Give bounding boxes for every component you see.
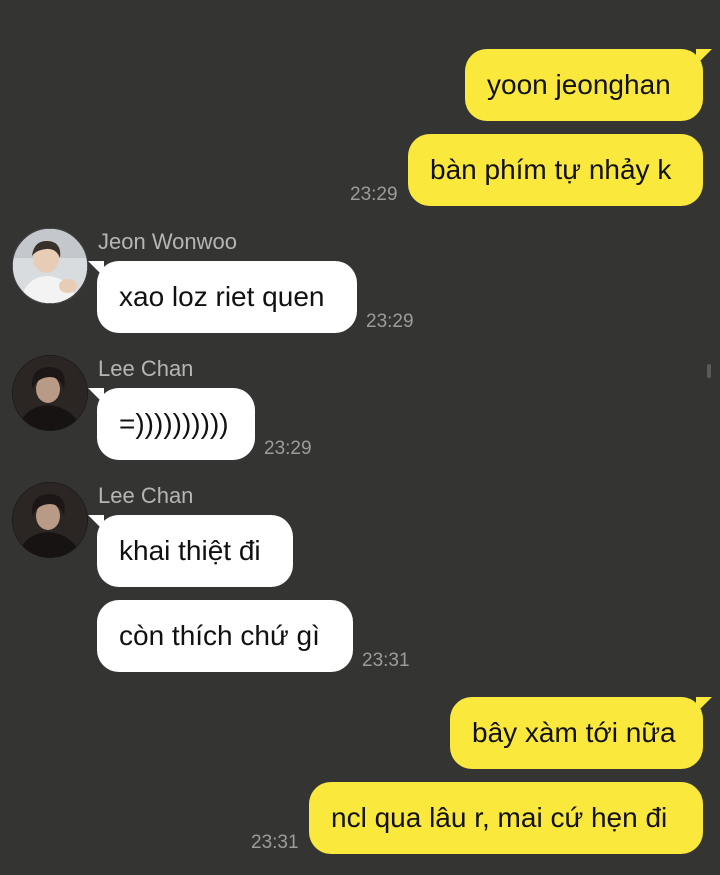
message-text: bàn phím tự nhảy k — [430, 154, 672, 185]
bubble-tail — [696, 697, 712, 713]
message-timestamp: 23:29 — [264, 438, 312, 459]
sender-avatar[interactable] — [12, 482, 88, 558]
message-bubble-incoming[interactable]: xao loz riet quen — [88, 261, 357, 333]
bubble-tail — [88, 388, 104, 404]
bubble-tail — [88, 261, 104, 277]
message-bubble-outgoing[interactable]: ncl qua lâu r, mai cứ hẹn đi — [309, 782, 703, 854]
message-text: khai thiệt đi — [119, 535, 261, 566]
message-text: xao loz riet quen — [119, 281, 325, 312]
message-text: còn thích chứ gì — [119, 620, 320, 651]
bubble-tail — [696, 49, 712, 65]
avatar-photo-icon — [12, 228, 88, 304]
message-text: yoon jeonghan — [487, 69, 671, 100]
sender-avatar[interactable] — [12, 228, 88, 304]
message-bubble-incoming[interactable]: còn thích chứ gì — [97, 600, 353, 672]
message-bubble-outgoing[interactable]: bàn phím tự nhảy k — [408, 134, 703, 206]
avatar-photo-icon — [12, 482, 88, 558]
sender-avatar[interactable] — [12, 355, 88, 431]
message-timestamp: 23:31 — [251, 832, 299, 853]
message-timestamp: 23:31 — [362, 650, 410, 671]
message-text: ncl qua lâu r, mai cứ hẹn đi — [331, 802, 668, 833]
message-text: =)))))))))) — [119, 408, 229, 439]
sender-name: Jeon Wonwoo — [98, 229, 238, 254]
message-bubble-incoming[interactable]: =)))))))))) — [88, 388, 255, 460]
message-text: bây xàm tới nữa — [472, 717, 676, 748]
message-bubble-outgoing[interactable]: bây xàm tới nữa — [450, 697, 712, 769]
message-timestamp: 23:29 — [366, 311, 414, 332]
message-bubble-incoming[interactable]: khai thiệt đi — [88, 515, 293, 587]
avatar-photo-icon — [12, 355, 88, 431]
scrollbar-thumb[interactable] — [707, 364, 711, 378]
message-timestamp: 23:29 — [350, 184, 398, 205]
sender-name: Lee Chan — [98, 483, 194, 508]
sender-name: Lee Chan — [98, 356, 194, 381]
bubble-tail — [88, 515, 104, 531]
message-bubble-outgoing[interactable]: yoon jeonghan — [465, 49, 712, 121]
